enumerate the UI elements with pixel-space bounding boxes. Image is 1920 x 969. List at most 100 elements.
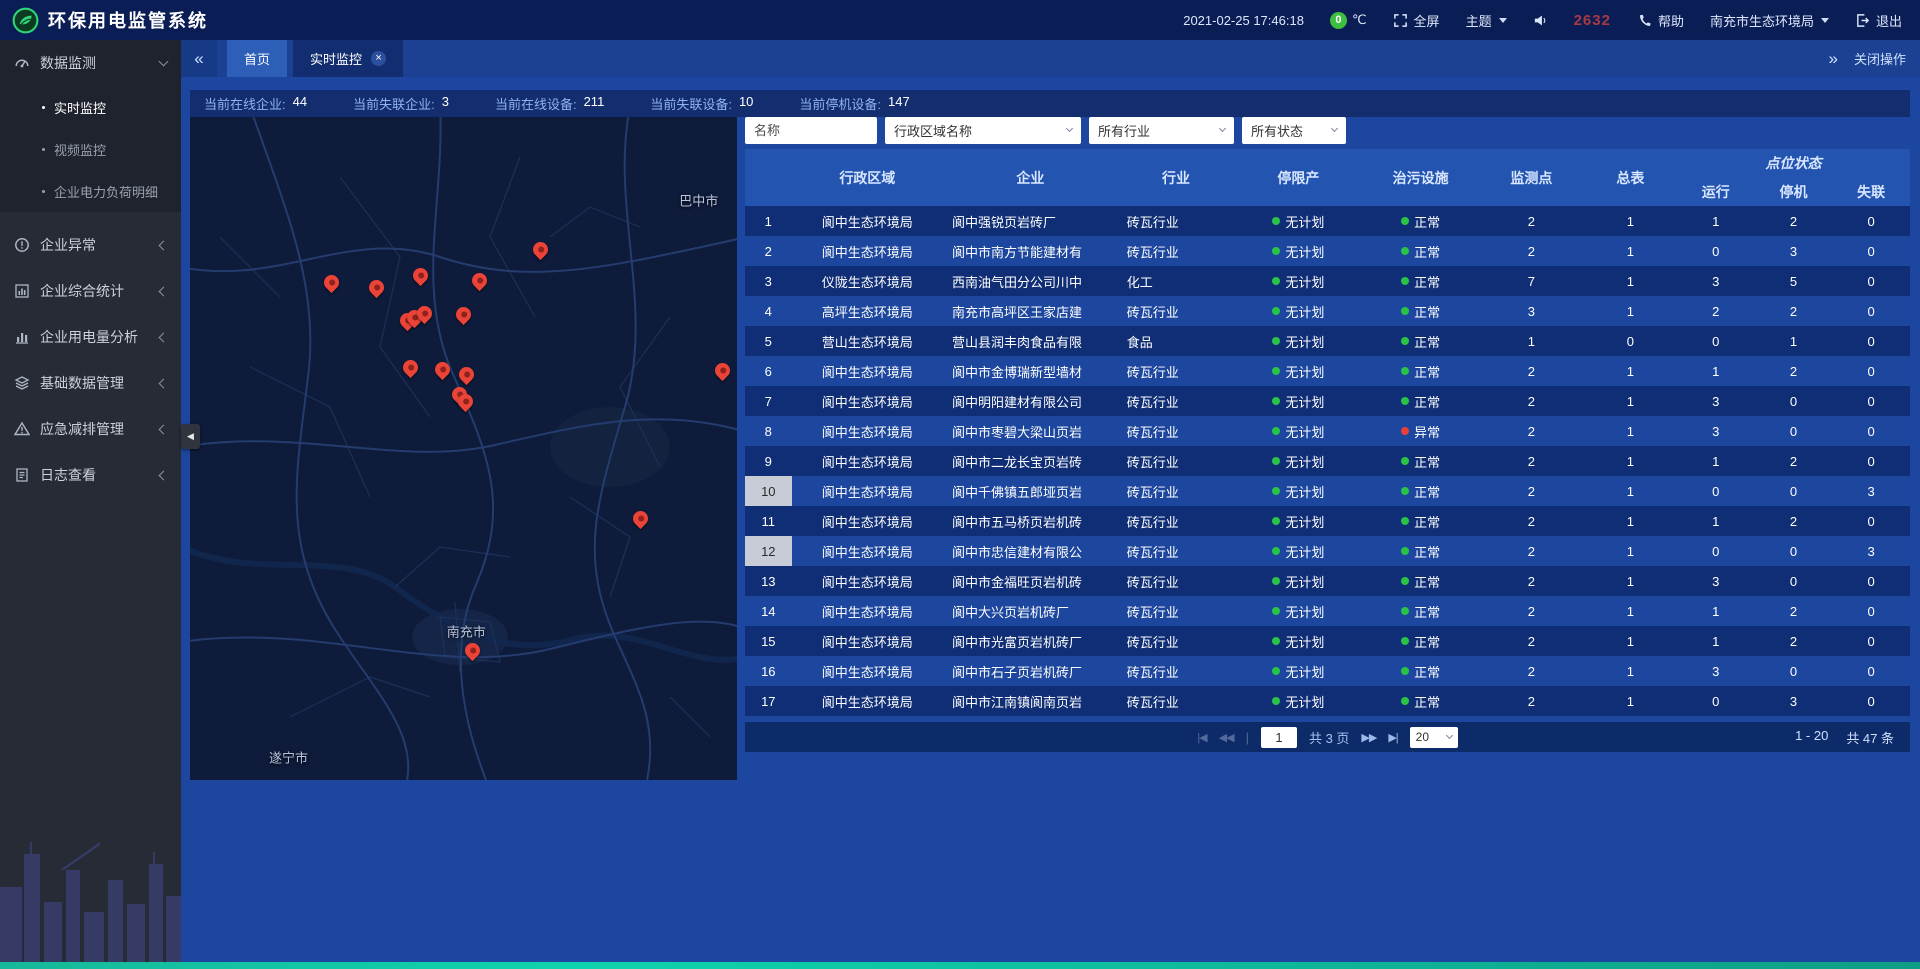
speaker-icon (1533, 13, 1548, 28)
cell-lost: 0 (1832, 566, 1910, 596)
row-index: 4 (745, 296, 792, 326)
map-pin[interactable] (715, 363, 731, 380)
status-cell: 无计划 (1234, 506, 1362, 536)
cell-company: 西南油气田分公司川中 (943, 266, 1118, 296)
table-row[interactable]: 12阆中生态环境局阆中市忠信建材有限公砖瓦行业无计划正常21003 (745, 536, 1910, 566)
map-pin[interactable] (465, 643, 481, 660)
cell-meter: 1 (1584, 356, 1677, 386)
map-pin[interactable] (633, 511, 649, 528)
theme-dropdown[interactable]: 主题 (1466, 11, 1507, 30)
stat-offline-devices: 当前失联设备:10 (650, 94, 753, 113)
alarm-speaker-button[interactable] (1533, 13, 1548, 28)
cell-meter: 1 (1584, 656, 1677, 686)
map-pin[interactable] (456, 307, 472, 324)
map-pin[interactable] (458, 394, 474, 411)
sidebar-group-power-consumption-analysis[interactable]: 企业用电量分析 (0, 314, 181, 360)
map-pin[interactable] (472, 273, 488, 290)
table-row[interactable]: 5营山生态环境局营山县润丰肉食品有限食品无计划正常10010 (745, 326, 1910, 356)
map-pin[interactable] (413, 268, 429, 285)
org-dropdown[interactable]: 南充市生态环境局 (1710, 11, 1829, 30)
close-operations-button[interactable]: 关闭操作 (1854, 49, 1906, 68)
column-header (745, 149, 792, 206)
row-index: 12 (745, 536, 792, 566)
fullscreen-button[interactable]: 全屏 (1393, 11, 1440, 30)
cell-monitor: 2 (1479, 206, 1584, 236)
status-dot (1272, 487, 1280, 495)
cell-region: 阆中生态环境局 (792, 686, 943, 716)
cell-meter: 1 (1584, 416, 1677, 446)
chevron-icon (159, 240, 169, 250)
map-pin[interactable] (324, 275, 340, 292)
region-filter-select[interactable]: 行政区域名称 (885, 117, 1081, 144)
table-row[interactable]: 7阆中生态环境局阆中明阳建材有限公司砖瓦行业无计划正常21300 (745, 386, 1910, 416)
first-page-button[interactable]: |◀ (1197, 731, 1206, 744)
status-cell: 无计划 (1234, 356, 1362, 386)
status-filter-select[interactable]: 所有状态 (1242, 117, 1346, 144)
table-row[interactable]: 3仪陇生态环境局西南油气田分公司川中化工无计划正常71350 (745, 266, 1910, 296)
cell-company: 阆中市光富页岩机砖厂 (943, 626, 1118, 656)
map-panel[interactable]: 巴中市南充市遂宁市 (190, 117, 737, 780)
sidebar-item-video-monitoring[interactable]: 视频监控 (0, 128, 181, 170)
sidebar-group-log-view[interactable]: 日志查看 (0, 452, 181, 498)
cell-company: 阆中强锐页岩砖厂 (943, 206, 1118, 236)
table-row[interactable]: 10阆中生态环境局阆中千佛镇五郎垭页岩砖瓦行业无计划正常21003 (745, 476, 1910, 506)
table-row[interactable]: 2阆中生态环境局阆中市南方节能建材有砖瓦行业无计划正常21030 (745, 236, 1910, 266)
next-page-button[interactable]: ▶▶ (1361, 731, 1376, 744)
sidebar-group-basic-data-management[interactable]: 基础数据管理 (0, 360, 181, 406)
cell-monitor: 2 (1479, 626, 1584, 656)
stat-online-enterprises: 当前在线企业:44 (204, 94, 307, 113)
sidebar-item-enterprise-power-load-detail[interactable]: 企业电力负荷明细 (0, 170, 181, 212)
temperature-unit: ℃ (1352, 12, 1367, 28)
page-size-select[interactable]: 20 (1410, 727, 1458, 748)
table-row[interactable]: 16阆中生态环境局阆中市石子页岩机砖厂砖瓦行业无计划正常21300 (745, 656, 1910, 686)
table-row[interactable]: 11阆中生态环境局阆中市五马桥页岩机砖砖瓦行业无计划正常21120 (745, 506, 1910, 536)
table-row[interactable]: 9阆中生态环境局阆中市二龙长宝页岩砖砖瓦行业无计划正常21120 (745, 446, 1910, 476)
tab-scroll-right-button[interactable]: » (1829, 49, 1838, 69)
map-pin[interactable] (533, 242, 549, 259)
help-button[interactable]: 帮助 (1637, 11, 1684, 30)
cell-stop: 2 (1755, 296, 1833, 326)
table-row[interactable]: 13阆中生态环境局阆中市金福旺页岩机砖砖瓦行业无计划正常21300 (745, 566, 1910, 596)
tab-close-icon[interactable]: × (371, 51, 386, 66)
logout-button[interactable]: 退出 (1855, 11, 1902, 30)
table-row[interactable]: 4高坪生态环境局南充市高坪区王家店建砖瓦行业无计划正常31220 (745, 296, 1910, 326)
sidebar-group-enterprise-abnormal[interactable]: 企业异常 (0, 222, 181, 268)
caret-down-icon (1499, 18, 1507, 23)
map-pin[interactable] (403, 360, 419, 377)
table-row[interactable]: 17阆中生态环境局阆中市江南镇阆南页岩砖瓦行业无计划正常21030 (745, 686, 1910, 716)
table-row[interactable]: 6阆中生态环境局阆中市金博瑞新型墙材砖瓦行业无计划正常21120 (745, 356, 1910, 386)
map-pin[interactable] (459, 367, 475, 384)
submenu-label: 视频监控 (54, 140, 106, 159)
table-row[interactable]: 15阆中生态环境局阆中市光富页岩机砖厂砖瓦行业无计划正常21120 (745, 626, 1910, 656)
cell-industry: 砖瓦行业 (1118, 566, 1235, 596)
cell-meter: 1 (1584, 566, 1677, 596)
cell-stop: 0 (1755, 566, 1833, 596)
tab-realtime-monitoring[interactable]: 实时监控× (293, 40, 403, 77)
table-row[interactable]: 14阆中生态环境局阆中大兴页岩机砖厂砖瓦行业无计划正常21120 (745, 596, 1910, 626)
status-dot (1401, 637, 1409, 645)
map-pin[interactable] (435, 362, 451, 379)
sidebar-group-data-monitoring[interactable]: 数据监测 (0, 40, 181, 86)
chevron-icon (159, 470, 169, 480)
right-panel: 行政区域名称 所有行业 所有状态 行政区域企业行业停限产治污设施监测点总表点位状… (745, 117, 1910, 722)
pin-icon (432, 359, 453, 380)
tab-home[interactable]: 首页 (227, 40, 287, 77)
industry-filter-select[interactable]: 所有行业 (1089, 117, 1234, 144)
map-pin[interactable] (369, 280, 385, 297)
status-dot (1401, 427, 1409, 435)
pin-icon (400, 357, 421, 378)
tab-scroll-left-button[interactable]: « (181, 40, 217, 77)
cell-lost: 0 (1832, 206, 1910, 236)
sidebar-item-realtime-monitoring[interactable]: 实时监控 (0, 86, 181, 128)
map-collapse-button[interactable]: ◀ (181, 424, 200, 449)
page-number-input[interactable] (1261, 727, 1297, 748)
status-dot (1272, 307, 1280, 315)
sidebar-group-emergency-reduction-management[interactable]: 应急减排管理 (0, 406, 181, 452)
last-page-button[interactable]: ▶| (1388, 731, 1397, 744)
map-pin[interactable] (417, 306, 433, 323)
table-row[interactable]: 1阆中生态环境局阆中强锐页岩砖厂砖瓦行业无计划正常21120 (745, 206, 1910, 236)
name-filter-input[interactable] (745, 117, 877, 144)
prev-page-button[interactable]: ◀◀ (1219, 731, 1234, 744)
table-row[interactable]: 8阆中生态环境局阆中市枣碧大梁山页岩砖瓦行业无计划异常21300 (745, 416, 1910, 446)
sidebar-group-enterprise-statistics[interactable]: 企业综合统计 (0, 268, 181, 314)
